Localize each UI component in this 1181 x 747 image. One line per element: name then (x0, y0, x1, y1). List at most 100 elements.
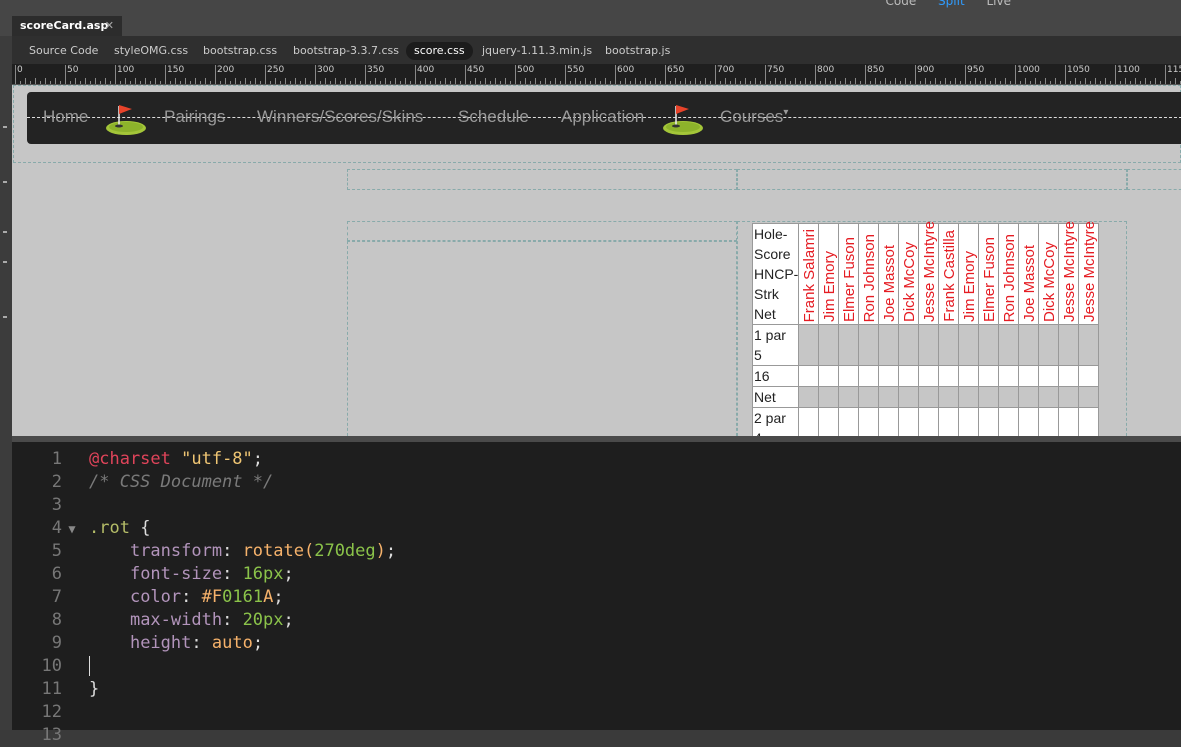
line-number: 2 (51, 472, 62, 492)
code-line[interactable]: 2 /* CSS Document */ (12, 471, 273, 494)
score-cell[interactable] (958, 324, 980, 366)
score-cell[interactable] (918, 386, 940, 408)
file-tab-source-code[interactable]: Source Code (21, 42, 106, 60)
code-line[interactable]: 12 (12, 701, 89, 724)
score-cell[interactable] (978, 324, 1000, 366)
score-cell[interactable] (1058, 324, 1080, 366)
code-line[interactable]: 5 transform: rotate(270deg); (12, 540, 396, 563)
score-cell[interactable] (1018, 365, 1040, 387)
code-line[interactable]: 6 font-size: 16px; (12, 563, 294, 586)
score-cell[interactable] (998, 407, 1020, 436)
ruler-label: 300 (317, 65, 335, 75)
score-cell[interactable] (838, 324, 860, 366)
code-line[interactable]: 7 color: #F0161A; (12, 586, 284, 609)
score-cell[interactable] (998, 324, 1020, 366)
score-cell[interactable] (1038, 386, 1060, 408)
score-cell[interactable] (958, 407, 980, 436)
score-cell[interactable] (958, 365, 980, 387)
score-cell[interactable] (858, 386, 880, 408)
score-cell[interactable] (978, 365, 1000, 387)
code-editor[interactable]: 1 @charset "utf-8"; 2/* CSS Document */3 4 ▼… (12, 436, 1181, 745)
code-line[interactable]: 13 (12, 724, 89, 747)
score-cell[interactable] (858, 407, 880, 436)
score-cell[interactable] (898, 365, 920, 387)
code-text: color: #F0161A; (129, 587, 284, 607)
score-cell[interactable] (878, 386, 900, 408)
score-cell[interactable] (798, 365, 820, 387)
file-tab-jquery-js[interactable]: jquery-1.11.3.min.js (474, 42, 600, 60)
document-tab[interactable]: scoreCard.asp ✕ (12, 16, 122, 36)
score-cell[interactable] (838, 407, 860, 436)
score-cell[interactable] (1038, 324, 1060, 366)
nav-home[interactable]: Home (43, 107, 88, 127)
file-tab-bootstrap-337-css[interactable]: bootstrap-3.3.7.css (285, 42, 407, 60)
score-cell[interactable] (818, 365, 840, 387)
file-tab-score-css[interactable]: score.css (406, 42, 473, 60)
score-cell[interactable] (938, 407, 960, 436)
score-cell[interactable] (918, 365, 940, 387)
file-tab-styleomg-css[interactable]: styleOMG.css (106, 42, 196, 60)
score-cell[interactable] (1058, 407, 1080, 436)
code-line[interactable]: 3 (12, 494, 89, 517)
score-cell[interactable] (998, 386, 1020, 408)
score-cell[interactable] (918, 324, 940, 366)
score-cell[interactable] (938, 386, 960, 408)
score-cell[interactable] (818, 324, 840, 366)
file-tab-bootstrap-css[interactable]: bootstrap.css (195, 42, 285, 60)
score-cell[interactable] (818, 407, 840, 436)
score-cell[interactable] (818, 386, 840, 408)
score-cell[interactable] (938, 324, 960, 366)
score-cell[interactable] (1038, 365, 1060, 387)
code-text: transform: rotate(270deg); (129, 541, 397, 561)
ruler-label: 350 (367, 65, 385, 75)
code-line[interactable]: 10 (12, 655, 90, 678)
score-cell[interactable] (898, 407, 920, 436)
score-cell[interactable] (1018, 324, 1040, 366)
score-cell[interactable] (918, 407, 940, 436)
score-cell[interactable] (1078, 386, 1100, 408)
score-cell[interactable] (938, 365, 960, 387)
score-cell[interactable] (798, 324, 820, 366)
view-live-button[interactable]: Live (986, 0, 1011, 8)
score-cell[interactable] (1078, 407, 1100, 436)
nav-courses-dropdown[interactable]: Courses▾ (720, 107, 788, 127)
view-split-button[interactable]: Split (938, 0, 965, 8)
score-cell[interactable] (858, 324, 880, 366)
code-line[interactable]: 1 @charset "utf-8"; (12, 448, 263, 471)
score-cell[interactable] (978, 407, 1000, 436)
score-cell[interactable] (838, 386, 860, 408)
code-line[interactable]: 11} (12, 678, 100, 701)
score-cell[interactable] (878, 324, 900, 366)
code-line[interactable]: 8 max-width: 20px; (12, 609, 294, 632)
score-cell[interactable] (878, 365, 900, 387)
nav-winners-scores-skins[interactable]: Winners/Scores/Skins (257, 107, 423, 127)
view-code-button[interactable]: Code (885, 0, 916, 8)
nav-schedule[interactable]: Schedule (458, 107, 529, 127)
score-cell[interactable] (978, 386, 1000, 408)
code-line[interactable]: 9 height: auto; (12, 632, 263, 655)
score-cell[interactable] (798, 386, 820, 408)
player-header: Dick McCoy (898, 223, 920, 325)
score-cell[interactable] (958, 386, 980, 408)
close-icon[interactable]: ✕ (105, 16, 114, 36)
nav-application[interactable]: Application (561, 107, 644, 127)
score-cell[interactable] (1058, 365, 1080, 387)
score-cell[interactable] (998, 365, 1020, 387)
score-cell[interactable] (858, 365, 880, 387)
code-line[interactable]: 4 ▼ .rot { (12, 517, 151, 541)
fold-arrow-icon[interactable]: ▼ (62, 518, 82, 541)
left-tool-strip (0, 36, 12, 730)
score-cell[interactable] (898, 324, 920, 366)
score-cell[interactable] (1018, 407, 1040, 436)
score-cell[interactable] (798, 407, 820, 436)
score-cell[interactable] (838, 365, 860, 387)
score-cell[interactable] (1078, 324, 1100, 366)
score-cell[interactable] (878, 407, 900, 436)
score-cell[interactable] (1078, 365, 1100, 387)
nav-pairings[interactable]: Pairings (164, 107, 225, 127)
score-cell[interactable] (1058, 386, 1080, 408)
score-cell[interactable] (898, 386, 920, 408)
file-tab-bootstrap-js[interactable]: bootstrap.js (597, 42, 678, 60)
score-cell[interactable] (1018, 386, 1040, 408)
score-cell[interactable] (1038, 407, 1060, 436)
